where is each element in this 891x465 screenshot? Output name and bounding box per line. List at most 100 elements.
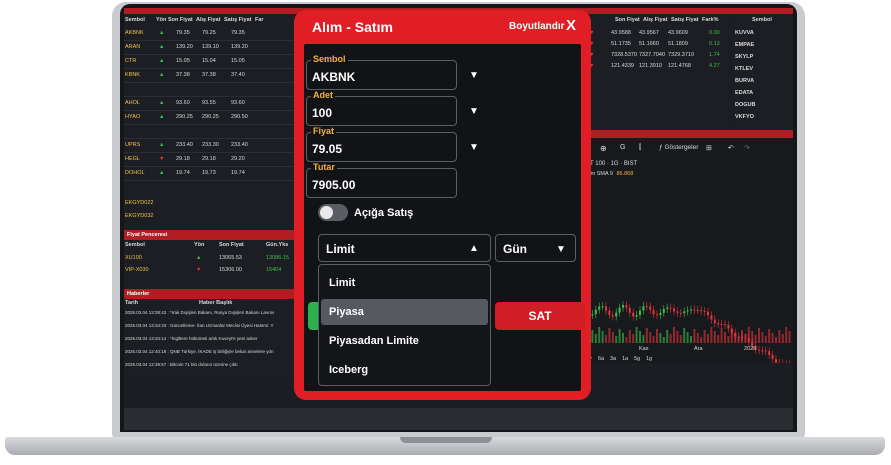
volume-bar: [676, 331, 679, 343]
bid-price-cell: 51.1660: [639, 41, 659, 47]
range-button[interactable]: 1a: [622, 356, 628, 362]
candle-body: [720, 323, 723, 325]
side-list-item[interactable]: EMPAE: [735, 42, 754, 48]
side-list-item[interactable]: KUVVA: [735, 30, 754, 36]
news-item[interactable]: 2026.03.04 13:34:14 : *İngiltere hükümet…: [125, 336, 295, 341]
order-type-select[interactable]: Limit ▲: [318, 234, 491, 262]
side-list-item[interactable]: SKYLP: [735, 54, 753, 60]
price-window-table: Sembol Yön Son Fiyat Gün.Yks XU100 ▲ 13065.53 1…: [124, 240, 294, 286]
bid-price-cell: 15.04: [202, 58, 216, 64]
candle-body: [608, 310, 611, 316]
buy-button[interactable]: [308, 302, 318, 330]
side-list-item[interactable]: BURVA: [735, 78, 754, 84]
symbol-label: Sembol: [311, 54, 348, 64]
volume-bar: [594, 334, 597, 343]
quantity-field[interactable]: Adet 100: [306, 90, 457, 126]
candle-body: [717, 323, 720, 325]
candle-body: [673, 308, 675, 312]
symbol-dropdown-icon[interactable]: ▼: [469, 70, 479, 81]
volume-bar: [632, 334, 635, 343]
up-arrow-icon: ▲: [159, 142, 165, 148]
order-type-option-selected[interactable]: Piyasa: [321, 299, 488, 325]
news-item[interactable]: 2026.03.04 12:40:18 : QNB Türkiye, İKADE…: [125, 349, 295, 354]
side-list-item[interactable]: VKFYO: [735, 114, 754, 120]
news-item[interactable]: 2026.03.04 12:39:57 : Bitcoin 71 bin dol…: [125, 362, 295, 367]
column-header: Son Fiyat: [168, 17, 193, 23]
bid-price-cell: 139.10: [202, 44, 219, 50]
dialog-body: Sembol AKBNK ▼ Adet 100 ▼ Fiyat 79.05 ▼: [304, 44, 585, 391]
volume-bar: [737, 337, 740, 343]
side-list-item[interactable]: EDATA: [735, 90, 753, 96]
volume-bar: [775, 337, 777, 343]
volume-bar: [645, 328, 648, 343]
symbol-cell: DOHOL: [125, 170, 145, 176]
candle-body: [594, 309, 597, 315]
up-arrow-icon: ▲: [159, 44, 165, 50]
quantity-dropdown-icon[interactable]: ▼: [469, 106, 479, 117]
side-list-item[interactable]: DOGUB: [735, 102, 755, 108]
candle-body: [761, 350, 764, 352]
range-button[interactable]: 5g: [634, 356, 640, 362]
close-button[interactable]: X: [566, 17, 576, 34]
total-label: Tutar: [311, 162, 337, 172]
volume-bar: [642, 335, 645, 343]
candle-body: [625, 304, 628, 308]
volume-bar: [758, 328, 760, 343]
order-type-options: Limit Piyasa Piyasadan Limite Iceberg: [318, 264, 491, 386]
column-header: Alış Fiyat: [196, 17, 221, 23]
ask-price-cell: 51.1809: [668, 41, 688, 47]
order-type-option[interactable]: Limit: [321, 270, 488, 296]
sell-button[interactable]: SAT: [495, 302, 585, 330]
column-header: Yön: [194, 242, 205, 248]
volume-bar: [598, 327, 601, 343]
range-button[interactable]: 3a: [610, 356, 616, 362]
validity-select[interactable]: Gün ▼: [495, 234, 576, 262]
total-field: Tutar 7905.00: [306, 162, 457, 198]
last-price-cell: 13065.53: [219, 255, 242, 261]
dialog-title: Alım - Satım: [312, 19, 393, 35]
last-price-cell: 7328.5370: [611, 52, 637, 58]
volume-bar: [710, 327, 713, 343]
table-row[interactable]: [124, 83, 294, 97]
volume-bar: [659, 333, 662, 343]
volume-bar: [686, 332, 689, 343]
volume-bar: [618, 329, 621, 343]
range-button[interactable]: 6a: [598, 356, 604, 362]
side-list-item[interactable]: KTLEV: [735, 66, 753, 72]
candle-body: [656, 314, 658, 316]
volume-bar: [747, 327, 750, 343]
watchlist-table: Sembol Yön Son Fiyat Alış Fiyat Satış Fiyat F…: [124, 14, 294, 229]
price-dropdown-icon[interactable]: ▼: [469, 142, 479, 153]
candle-body: [652, 309, 655, 315]
day-high-cell: 15404: [266, 267, 282, 273]
candle-body: [696, 309, 699, 311]
price-chart[interactable]: ⊕ G ⫿ ƒ Göstergeler ⊞ ↶ ↷ ST 100 · 1G · …: [584, 138, 793, 363]
order-type-option[interactable]: Piyasadan Limite: [321, 328, 488, 354]
volume-bar: [649, 332, 652, 343]
price-field[interactable]: Fiyat 79.05: [306, 126, 457, 162]
ask-price-cell: 7329.3710: [668, 52, 694, 58]
candle-body: [764, 350, 767, 352]
resize-button[interactable]: Boyutlandır: [509, 21, 565, 32]
bid-price-cell: 290.25: [202, 114, 219, 120]
volume-bar: [605, 335, 607, 343]
symbol-field[interactable]: Sembol AKBNK: [306, 54, 457, 90]
range-button[interactable]: 1g: [646, 356, 652, 362]
volume-bar: [744, 334, 747, 343]
news-item[interactable]: 2026.03.04 13:34:33 : Güncelleme- İran U…: [125, 323, 295, 328]
short-sell-toggle[interactable]: [318, 204, 348, 221]
symbol-value: AKBNK: [312, 70, 356, 84]
up-arrow-icon: ▲: [159, 58, 165, 64]
volume-bar: [778, 330, 781, 343]
last-price-cell: 121.4339: [611, 63, 634, 69]
quantity-label: Adet: [311, 90, 335, 100]
order-type-caret-icon: ▲: [469, 243, 479, 254]
volume-bar: [751, 331, 754, 343]
order-type-option[interactable]: Iceberg: [321, 357, 488, 383]
volume-bar: [601, 331, 604, 343]
ask-price-cell: 15.05: [231, 58, 245, 64]
bid-price-cell: 19.73: [202, 170, 216, 176]
volume-bar: [628, 330, 631, 343]
news-item[interactable]: 2026.03.04 13:38:42 : *Irak Dışişleri Ba…: [125, 310, 295, 315]
table-row[interactable]: [124, 125, 294, 139]
